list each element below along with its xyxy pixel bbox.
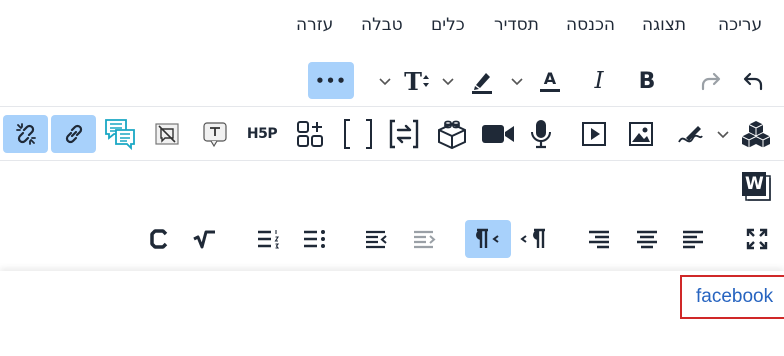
lego-brick-icon	[438, 120, 466, 150]
bullet-list-button[interactable]	[300, 224, 330, 254]
menu-help[interactable]: עזרה	[296, 15, 333, 35]
menu-insert[interactable]: הכנסה	[566, 15, 615, 35]
align-right-button[interactable]	[584, 224, 614, 254]
image-icon	[629, 122, 653, 146]
video-camera-icon	[482, 125, 514, 143]
insert-media-button[interactable]	[578, 118, 610, 150]
blocks-button[interactable]	[738, 116, 774, 152]
text-color-swatch	[540, 88, 560, 92]
word-icon-letter: W	[745, 174, 764, 194]
align-right-icon	[589, 230, 609, 249]
font-size-arrows-icon	[422, 75, 429, 87]
font-size-icon: T	[404, 66, 422, 96]
text-bubble-icon	[203, 122, 227, 148]
redo-button[interactable]	[694, 64, 728, 98]
chemistry-c-icon	[150, 229, 168, 249]
link-text[interactable]: facebook	[696, 286, 773, 308]
hide-comment-button[interactable]	[151, 118, 183, 150]
fullscreen-button[interactable]	[742, 224, 772, 254]
menu-table[interactable]: טבלה	[361, 15, 403, 35]
draw-button[interactable]	[672, 116, 708, 152]
brackets-button[interactable]	[340, 116, 376, 152]
link-button[interactable]	[51, 115, 96, 153]
pen-scribble-icon	[678, 126, 703, 143]
menu-tools[interactable]: כלים	[431, 15, 465, 35]
h5p-button[interactable]: H5P	[243, 116, 281, 152]
discussion-button[interactable]	[101, 116, 139, 152]
brackets-icon	[344, 119, 372, 149]
insert-layout-button[interactable]	[292, 116, 328, 152]
insert-3d-button[interactable]	[434, 116, 470, 152]
undo-button[interactable]	[736, 64, 770, 98]
chevron-down-icon[interactable]	[441, 74, 455, 88]
undo-icon	[743, 72, 763, 91]
speech-bubbles-icon	[105, 119, 135, 151]
square-root-icon	[193, 230, 215, 249]
microphone-icon	[531, 120, 551, 149]
more-button[interactable]: •••	[308, 62, 354, 99]
cubes-icon	[741, 121, 771, 148]
align-center-button[interactable]	[632, 224, 662, 254]
record-video-button[interactable]	[480, 118, 516, 150]
menu-format[interactable]: תסדיר	[494, 15, 539, 35]
bold-button[interactable]: B	[632, 64, 662, 98]
text-bubble-button[interactable]	[199, 118, 231, 150]
font-size-button[interactable]: T	[400, 64, 434, 98]
numbered-list-button[interactable]	[254, 224, 284, 254]
numbered-list-icon	[258, 230, 280, 249]
equation-button[interactable]	[190, 224, 220, 254]
ltr-paragraph-icon	[520, 228, 545, 248]
align-left-icon	[683, 230, 703, 249]
rtl-paragraph-icon	[476, 228, 499, 248]
bullet-list-icon	[304, 230, 325, 248]
outdent-icon	[366, 230, 387, 249]
highlight-color-button[interactable]	[465, 64, 499, 98]
text-color-label: A	[543, 68, 557, 88]
rtl-direction-button[interactable]	[465, 220, 511, 258]
toolbar-divider	[0, 106, 784, 107]
editor-content-area[interactable]	[0, 271, 784, 356]
ltr-direction-button[interactable]	[518, 224, 550, 254]
redo-icon	[701, 72, 721, 91]
menu-view[interactable]: תצוגה	[642, 15, 686, 35]
link-icon	[65, 124, 82, 144]
indent-icon	[414, 230, 436, 249]
fullscreen-icon	[746, 228, 768, 250]
align-center-icon	[637, 230, 657, 249]
outdent-button[interactable]	[362, 224, 392, 254]
switch-button[interactable]	[386, 116, 422, 152]
indent-button[interactable]	[410, 224, 440, 254]
text-color-button[interactable]: A	[535, 64, 565, 98]
unlink-button[interactable]	[3, 115, 48, 153]
highlighted-link[interactable]: facebook	[680, 275, 784, 319]
insert-image-button[interactable]	[625, 118, 657, 150]
chevron-down-icon[interactable]	[378, 74, 392, 88]
chevron-down-icon[interactable]	[716, 127, 730, 141]
chemistry-button[interactable]	[144, 224, 174, 254]
swap-arrows-icon	[389, 119, 419, 149]
toolbar-divider	[0, 160, 784, 161]
chevron-down-icon[interactable]	[510, 74, 524, 88]
record-audio-button[interactable]	[526, 116, 556, 152]
play-icon	[582, 122, 606, 146]
grid-plus-icon	[297, 121, 323, 147]
comment-off-icon	[155, 123, 179, 145]
unlink-icon	[15, 123, 36, 145]
highlighter-icon	[472, 73, 492, 94]
menu-edit[interactable]: עריכה	[718, 15, 762, 35]
align-left-button[interactable]	[678, 224, 708, 254]
italic-button[interactable]: I	[584, 64, 614, 98]
word-import-button[interactable]: W	[738, 168, 774, 204]
